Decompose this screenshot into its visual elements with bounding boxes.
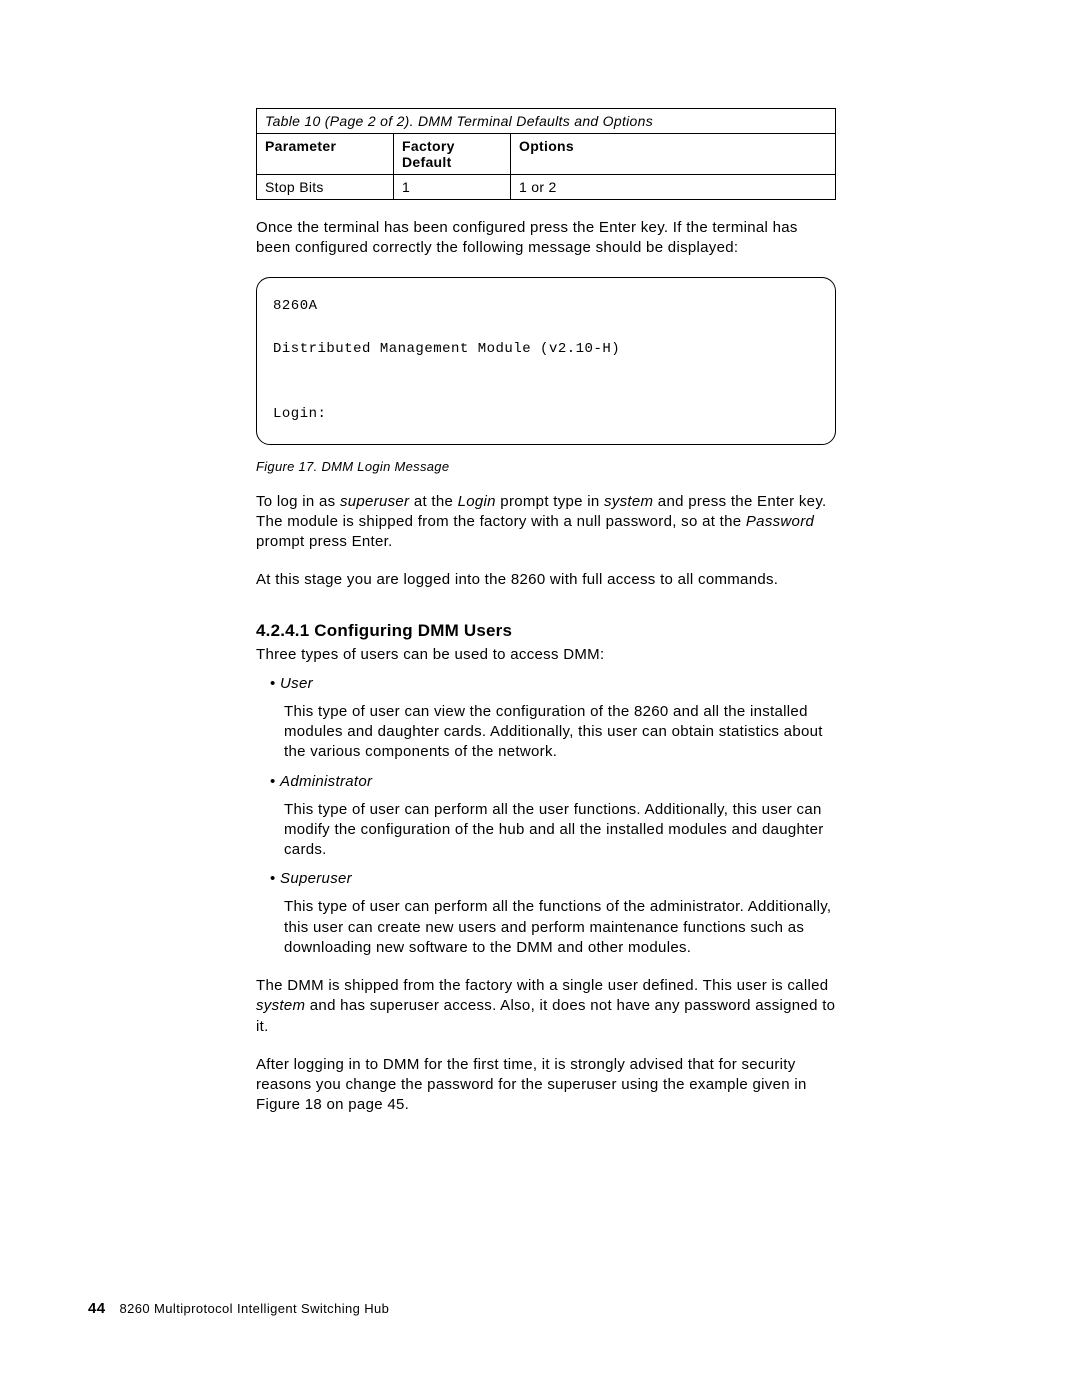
section-heading: 4.2.4.1 Configuring DMM Users — [256, 621, 836, 641]
terminal-defaults-table: Table 10 (Page 2 of 2). DMM Terminal Def… — [256, 108, 836, 200]
paragraph-users-intro: Three types of users can be used to acce… — [256, 645, 836, 665]
col-factory-default: Factory Default — [394, 134, 511, 175]
list-item-desc: This type of user can perform all the us… — [284, 800, 836, 861]
table-row: Stop Bits 1 1 or 2 — [257, 175, 836, 200]
paragraph-factory-user: The DMM is shipped from the factory with… — [256, 976, 836, 1037]
page-number: 44 — [88, 1300, 106, 1317]
text: prompt press Enter. — [256, 533, 393, 550]
cell-options: 1 or 2 — [511, 175, 836, 200]
list-item-label: User — [280, 675, 313, 692]
list-item-label: Superuser — [280, 870, 352, 887]
list-item-label: Administrator — [280, 773, 372, 790]
cell-default: 1 — [394, 175, 511, 200]
figure-caption: Figure 17. DMM Login Message — [256, 459, 836, 474]
paragraph-intro: Once the terminal has been configured pr… — [256, 218, 836, 259]
col-options: Options — [511, 134, 836, 175]
text: prompt type in — [496, 493, 604, 510]
footer-title: 8260 Multiprotocol Intelligent Switching… — [120, 1301, 390, 1316]
user-types-list: User This type of user can view the conf… — [270, 675, 836, 958]
page-footer: 44 8260 Multiprotocol Intelligent Switch… — [88, 1300, 389, 1317]
text: To log in as — [256, 493, 340, 510]
paragraph-login: To log in as superuser at the Login prom… — [256, 492, 836, 553]
cell-parameter: Stop Bits — [257, 175, 394, 200]
login-message-box: 8260A Distributed Management Module (v2.… — [256, 277, 836, 445]
list-item: User This type of user can view the conf… — [270, 675, 836, 763]
text: and has superuser access. Also, it does … — [256, 997, 835, 1034]
term-login: Login — [458, 493, 496, 510]
col-parameter: Parameter — [257, 134, 394, 175]
term-system: system — [256, 997, 305, 1014]
text: The DMM is shipped from the factory with… — [256, 977, 828, 994]
list-item-desc: This type of user can perform all the fu… — [284, 897, 836, 958]
table-caption-row: Table 10 (Page 2 of 2). DMM Terminal Def… — [257, 109, 836, 134]
list-item: Administrator This type of user can perf… — [270, 773, 836, 861]
table-caption: Table 10 (Page 2 of 2). DMM Terminal Def… — [257, 109, 836, 134]
term-system: system — [604, 493, 653, 510]
term-superuser: superuser — [340, 493, 409, 510]
term-password: Password — [746, 513, 814, 530]
paragraph-advice: After logging in to DMM for the first ti… — [256, 1055, 836, 1116]
text: at the — [409, 493, 457, 510]
page-content: Table 10 (Page 2 of 2). DMM Terminal Def… — [256, 108, 836, 1116]
list-item: Superuser This type of user can perform … — [270, 870, 836, 958]
list-item-desc: This type of user can view the configura… — [284, 702, 836, 763]
paragraph-access: At this stage you are logged into the 82… — [256, 570, 836, 590]
table-header-row: Parameter Factory Default Options — [257, 134, 836, 175]
